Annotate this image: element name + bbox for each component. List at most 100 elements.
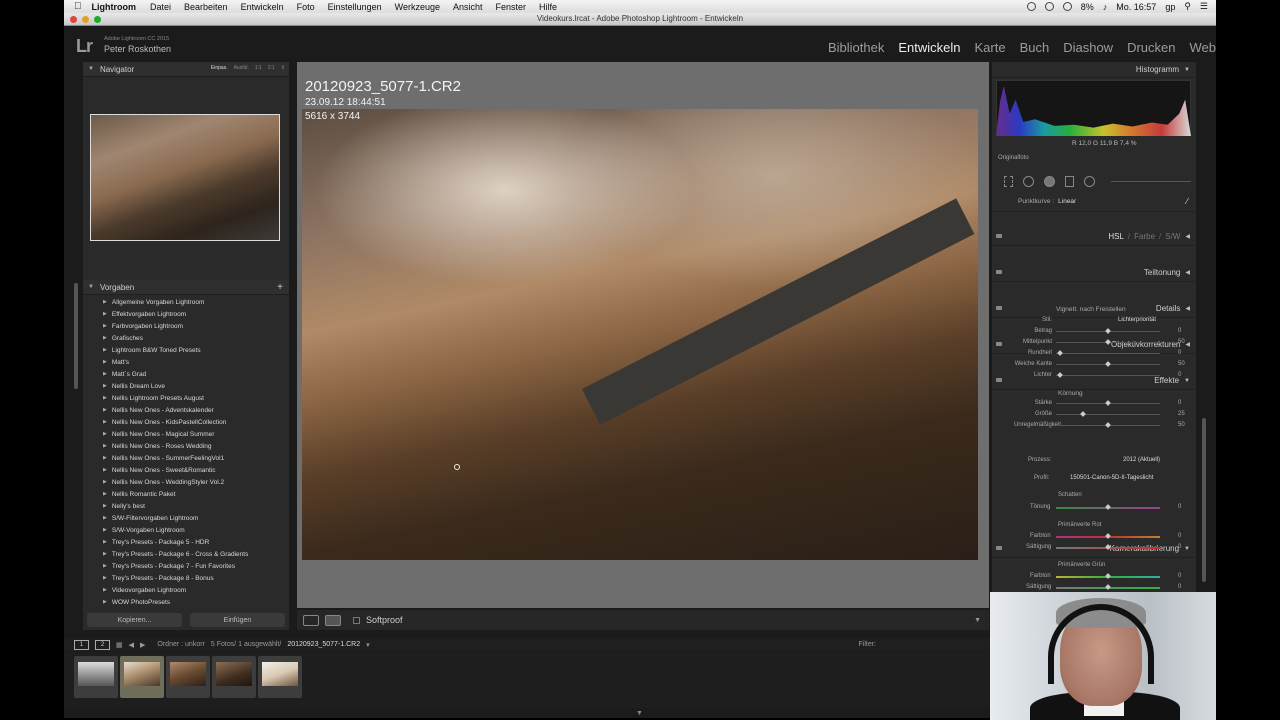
toolbar-menu-icon[interactable]: ▼ [974, 617, 981, 624]
filmstrip-source[interactable]: Ordner : unkorr [157, 641, 204, 648]
menu-ansicht[interactable]: Ansicht [453, 2, 483, 12]
sync-icon[interactable] [1044, 2, 1054, 11]
module-drucken[interactable]: Drucken [1127, 40, 1175, 55]
edit-curve-icon[interactable]: ∕ [1186, 196, 1188, 206]
loupe-view-icon[interactable] [303, 614, 319, 626]
radial-filter-icon[interactable] [1084, 175, 1095, 187]
slider-knob[interactable] [1105, 533, 1111, 539]
slider-track[interactable] [1056, 328, 1160, 334]
expand-triangle-icon[interactable]: ▶ [103, 383, 107, 389]
expand-triangle-icon[interactable]: ▶ [103, 455, 107, 461]
preset-folder[interactable]: ▶ S/W-Filtervorgaben Lightroom [83, 512, 289, 524]
expand-triangle-icon[interactable]: ▶ [103, 443, 107, 449]
main-screen-button[interactable]: 1 [74, 639, 89, 650]
module-buch[interactable]: Buch [1020, 40, 1050, 55]
expand-triangle-icon[interactable]: ▶ [103, 503, 107, 509]
slider-track[interactable] [1056, 350, 1160, 356]
preset-folder[interactable]: ▶ Trey's Presets - Package 6 - Cross & Gr… [83, 548, 289, 560]
filmstrip-thumbnail[interactable] [258, 656, 302, 698]
expand-triangle-icon[interactable]: ▶ [103, 299, 107, 305]
module-entwickeln[interactable]: Entwickeln [898, 40, 960, 55]
wifi-icon[interactable] [1062, 2, 1072, 11]
preset-folder[interactable]: ▶ Nellis New Ones - SummerFeelingVol1 [83, 452, 289, 464]
preset-folder[interactable]: ▶ Grafisches [83, 332, 289, 344]
right-panel-scrollbar[interactable] [1202, 418, 1206, 582]
preset-folder[interactable]: ▶ Nellis New Ones - Roses Wedding [83, 440, 289, 452]
slider-track[interactable] [1056, 422, 1160, 428]
menu-entwickeln[interactable]: Entwickeln [241, 2, 284, 12]
slider-knob[interactable] [1057, 350, 1063, 356]
softproof-checkbox[interactable] [353, 616, 360, 624]
expand-triangle-icon[interactable]: ▶ [103, 335, 107, 341]
preset-folder[interactable]: ▶ Effektvorgaben Lightroom [83, 308, 289, 320]
back-arrow-icon[interactable]: ◀ [129, 641, 134, 649]
sw-tab[interactable]: S/W [1165, 232, 1180, 241]
menu-foto[interactable]: Foto [297, 2, 315, 12]
expand-triangle-icon[interactable]: ▶ [103, 587, 107, 593]
point-curve-value[interactable]: Linear [1058, 198, 1076, 205]
slider-knob[interactable] [1105, 584, 1111, 590]
expand-triangle-icon[interactable]: ▶ [103, 419, 107, 425]
hsl-tab[interactable]: HSL [1108, 232, 1124, 241]
grid-icon[interactable]: ▦ [116, 641, 123, 649]
menu-bearbeiten[interactable]: Bearbeiten [184, 2, 228, 12]
menu-hilfe[interactable]: Hilfe [539, 2, 557, 12]
zoom-more-icon[interactable]: ⇕ [281, 65, 285, 71]
expand-triangle-icon[interactable]: ▶ [103, 515, 107, 521]
green-saturation-slider[interactable] [1056, 584, 1160, 590]
notification-center-icon[interactable]: ☰ [1200, 1, 1208, 12]
add-preset-button[interactable]: + [277, 282, 283, 293]
histogram-header[interactable]: Histogramm ▼ [992, 62, 1196, 78]
zoom-1-1-option[interactable]: 1:1 [255, 65, 262, 71]
hsl-header[interactable]: HSL / Farbe / S/W ◀ [992, 228, 1196, 246]
expand-triangle-icon[interactable]: ▶ [103, 527, 107, 533]
point-curve[interactable]: Punktkurve : Linear [1018, 198, 1076, 205]
module-karte[interactable]: Karte [975, 40, 1006, 55]
collapse-triangle-icon[interactable]: ▼ [1184, 67, 1190, 73]
volume-icon[interactable]: ♪ [1103, 2, 1108, 12]
filmstrip-thumbnail-selected[interactable] [120, 656, 164, 698]
expand-triangle-icon[interactable]: ▶ [103, 467, 107, 473]
chevron-down-icon[interactable]: ▾ [366, 641, 370, 649]
zoom-fill-option[interactable]: Ausfül. [234, 65, 249, 71]
menu-werkzeuge[interactable]: Werkzeuge [395, 2, 440, 12]
forward-arrow-icon[interactable]: ▶ [140, 641, 145, 649]
preset-folder[interactable]: ▶ Trey's Presets - Package 5 - HDR [83, 536, 289, 548]
collapse-triangle-icon[interactable]: ▼ [88, 284, 94, 290]
expand-triangle-icon[interactable]: ▶ [103, 431, 107, 437]
module-diashow[interactable]: Diashow [1063, 40, 1113, 55]
graduated-filter-icon[interactable] [1065, 175, 1074, 187]
expand-triangle-icon[interactable]: ▶ [103, 575, 107, 581]
module-bibliothek[interactable]: Bibliothek [828, 40, 884, 55]
red-hue-slider[interactable] [1056, 533, 1160, 539]
slider-track[interactable] [1056, 361, 1160, 367]
preset-folder[interactable]: ▶ Nellis New Ones - WeddingStyler Vol.2 [83, 476, 289, 488]
preset-folder[interactable]: ▶ Farbvorgaben Lightroom [83, 320, 289, 332]
preset-folder[interactable]: ▶ Nellis New Ones - Sweet&Romantic [83, 464, 289, 476]
zoom-fit-option[interactable]: Einpas. [211, 65, 228, 71]
preset-folder[interactable]: ▶ Lightroom B&W Toned Presets [83, 344, 289, 356]
filmstrip-thumbnail[interactable] [74, 656, 118, 698]
main-photo[interactable] [302, 109, 978, 560]
expand-triangle-icon[interactable]: ▶ [103, 359, 107, 365]
green-hue-slider[interactable] [1056, 573, 1160, 579]
spotlight-icon[interactable]: ⚲ [1184, 1, 1191, 12]
clock[interactable]: Mo. 16:57 [1116, 2, 1156, 12]
filmstrip-thumbnail[interactable] [212, 656, 256, 698]
expand-triangle-icon[interactable]: ◀ [1185, 233, 1190, 240]
preset-folder[interactable]: ▶ Matt's [83, 356, 289, 368]
filmstrip-toggle-icon[interactable]: ▼ [636, 710, 643, 717]
expand-triangle-icon[interactable]: ▶ [103, 407, 107, 413]
user-name[interactable]: gp [1165, 2, 1175, 12]
expand-triangle-icon[interactable]: ◀ [1185, 269, 1190, 276]
zoom-2-1-option[interactable]: 2:1 [268, 65, 275, 71]
module-web[interactable]: Web [1190, 40, 1217, 55]
expand-triangle-icon[interactable]: ▶ [103, 599, 107, 605]
slider-knob[interactable] [1105, 339, 1111, 345]
navigator-header[interactable]: ▼ Navigator Einpas. Ausfül. 1:1 2:1 ⇕ [83, 62, 289, 77]
expand-triangle-icon[interactable]: ▶ [103, 371, 107, 377]
slider-track[interactable] [1056, 400, 1160, 406]
filmstrip-current-file[interactable]: 20120923_5077-1.CR2 [287, 641, 360, 648]
slider-knob[interactable] [1057, 372, 1063, 378]
brush-slider[interactable] [1111, 180, 1191, 182]
